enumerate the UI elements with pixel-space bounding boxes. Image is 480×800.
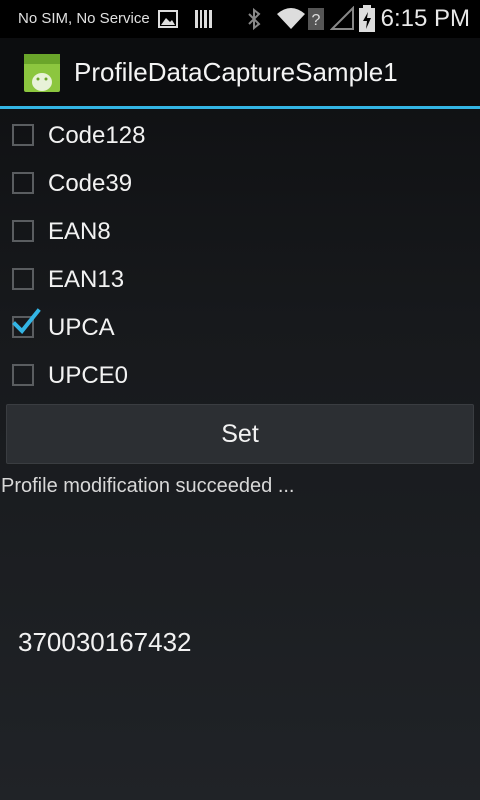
barcode-scanner-icon <box>195 10 212 28</box>
checkbox-box[interactable] <box>12 364 34 386</box>
checkbox-box[interactable] <box>12 172 34 194</box>
checkbox-upce0[interactable]: UPCE0 <box>0 352 480 400</box>
battery-icon <box>359 5 375 32</box>
app-title: ProfileDataCaptureSample1 <box>74 57 398 87</box>
checkmark-icon <box>12 308 41 334</box>
checkbox-code128[interactable]: Code128 <box>0 112 480 160</box>
checkbox-label: Code128 <box>48 122 146 149</box>
bluetooth-icon <box>248 7 261 31</box>
checkbox-ean13[interactable]: EAN13 <box>0 256 480 304</box>
checkbox-box[interactable] <box>12 220 34 242</box>
status-bar: No SIM, No Service ? 6:15 PM <box>0 0 480 38</box>
clock: 6:15 PM <box>380 5 470 32</box>
android-icon[interactable] <box>24 54 60 92</box>
checkbox-box[interactable] <box>12 124 34 146</box>
svg-text:?: ? <box>312 12 321 29</box>
action-bar: ProfileDataCaptureSample1 <box>0 38 480 109</box>
image-icon <box>158 10 178 28</box>
barcode-type-list: Code128 Code39 EAN8 EAN13 UPCA UPCE0 <box>0 112 480 400</box>
status-message: Profile modification succeeded ... <box>1 475 295 497</box>
checkbox-upca[interactable]: UPCA <box>0 304 480 352</box>
checkbox-box[interactable] <box>12 268 34 290</box>
checkbox-label: EAN8 <box>48 218 111 245</box>
wifi-unknown-icon: ? <box>308 8 324 30</box>
checkbox-ean8[interactable]: EAN8 <box>0 208 480 256</box>
carrier-text: No SIM, No Service <box>18 10 150 27</box>
checkbox-label: UPCA <box>48 314 115 341</box>
checkbox-label: UPCE0 <box>48 362 129 389</box>
wifi-icon <box>277 8 305 29</box>
set-button[interactable]: Set <box>6 404 474 464</box>
checkbox-label: EAN13 <box>48 266 125 293</box>
scanned-barcode-data: 370030167432 <box>18 627 192 657</box>
checkbox-code39[interactable]: Code39 <box>0 160 480 208</box>
signal-icon <box>330 6 354 30</box>
checkbox-label: Code39 <box>48 170 133 197</box>
